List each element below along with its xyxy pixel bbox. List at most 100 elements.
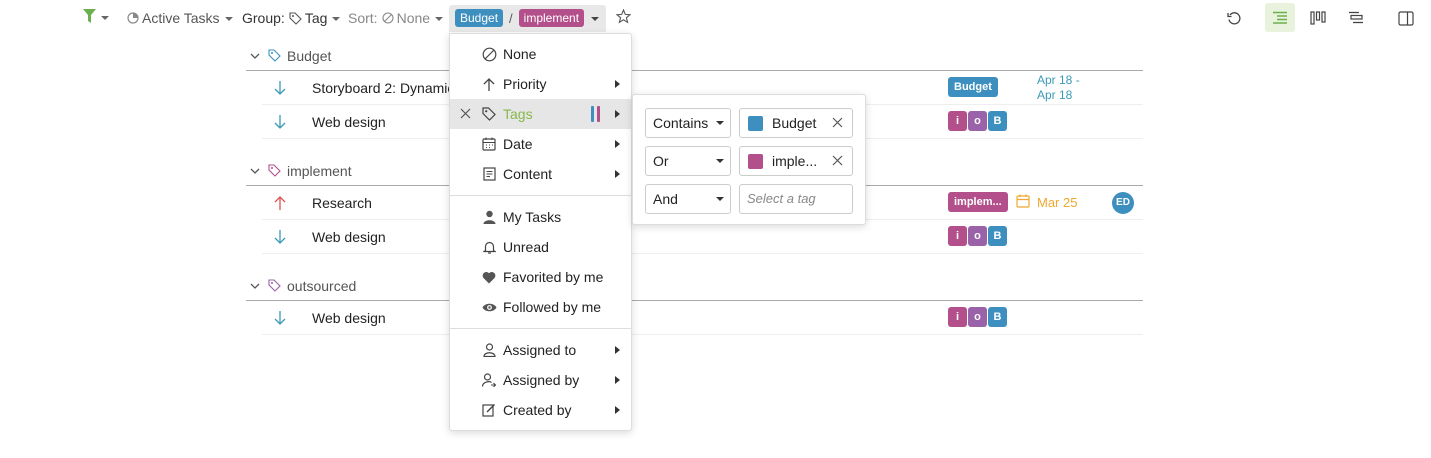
date-end: Apr 18 (1037, 88, 1073, 102)
tag-select[interactable]: imple... (739, 146, 853, 176)
tag-filter-submenu: Contains Budget Or imple... And Select a… (632, 94, 866, 225)
menu-item-assigned-by[interactable]: Assigned by (450, 365, 631, 395)
tag-chip-i[interactable]: i (948, 111, 967, 131)
menu-item-label: Unread (503, 239, 549, 255)
tag-color-implement (597, 106, 600, 122)
chevron-right-icon (615, 376, 620, 384)
heart-icon (481, 269, 497, 285)
menu-item-label: Tags (503, 106, 533, 122)
group-header-outsourced[interactable]: outsourced (246, 271, 1143, 301)
created-by-icon (481, 402, 497, 418)
menu-item-label: Content (503, 166, 553, 182)
group-name: implement (287, 162, 352, 179)
tag-chip-b[interactable]: B (988, 226, 1007, 246)
tag-chip-b[interactable]: B (988, 307, 1007, 327)
menu-item-followed[interactable]: Followed by me (450, 292, 631, 322)
gantt-view-icon[interactable] (1344, 6, 1368, 30)
filter-menu: None Priority Tags Date Content My Tasks… (449, 33, 632, 431)
avatar[interactable]: ED (1112, 192, 1134, 214)
priority-low-icon[interactable] (274, 229, 286, 245)
chevron-down-icon (716, 197, 724, 201)
tag-chip[interactable]: Budget (948, 77, 998, 97)
tag-icon (268, 279, 281, 292)
tag-color-budget (591, 106, 594, 122)
chevron-right-icon (615, 406, 620, 414)
chevron-down-icon (332, 17, 341, 21)
operator-select[interactable]: Contains (645, 108, 731, 138)
tag-icon (481, 106, 497, 122)
operator-select[interactable]: And (645, 184, 731, 214)
group-dropdown[interactable]: Group: Tag (242, 8, 341, 28)
menu-item-unread[interactable]: Unread (450, 232, 631, 262)
tag-swatch (748, 154, 763, 169)
tag-chip-b[interactable]: B (988, 111, 1007, 131)
tag-value: imple... (772, 153, 818, 169)
clear-icon[interactable] (460, 108, 471, 119)
chevron-down-icon (716, 159, 724, 163)
close-icon[interactable] (832, 155, 843, 166)
tag-chip[interactable]: implem... (948, 192, 1008, 212)
star-icon[interactable] (616, 9, 631, 24)
calendar-icon (1016, 194, 1030, 208)
active-filter-dropdown[interactable]: Budget / implement (449, 5, 606, 32)
task-title[interactable]: Web design (312, 310, 386, 326)
priority-low-icon[interactable] (274, 114, 286, 130)
tag-icon (268, 164, 281, 177)
sort-dropdown[interactable]: Sort: None (348, 8, 444, 28)
chevron-down-icon[interactable] (250, 52, 260, 60)
menu-item-my-tasks[interactable]: My Tasks (450, 202, 631, 232)
chevron-right-icon (615, 80, 620, 88)
chevron-down-icon[interactable] (250, 282, 260, 290)
undo-icon[interactable] (1222, 6, 1246, 30)
board-view-icon[interactable] (1306, 6, 1330, 30)
group-name: outsourced (287, 277, 357, 294)
close-icon[interactable] (832, 117, 843, 128)
menu-item-label: Assigned by (503, 372, 580, 388)
menu-item-assigned-to[interactable]: Assigned to (450, 335, 631, 365)
task-row[interactable]: Web design i o B (262, 301, 1143, 335)
tag-chip-o[interactable]: o (968, 307, 987, 327)
operator-select[interactable]: Or (645, 146, 731, 176)
filter-chip-implement: implement (518, 9, 585, 27)
menu-item-label: Date (503, 136, 533, 152)
menu-item-date[interactable]: Date (450, 129, 631, 159)
priority-low-icon[interactable] (274, 80, 286, 96)
assigned-to-icon (481, 342, 497, 358)
priority-low-icon[interactable] (274, 310, 286, 326)
list-view-icon[interactable] (1265, 3, 1295, 32)
menu-item-tags[interactable]: Tags (450, 99, 631, 129)
priority-high-icon[interactable] (274, 195, 286, 211)
task-title[interactable]: Storyboard 2: Dynamic (312, 80, 454, 96)
filter-button[interactable] (83, 9, 109, 24)
menu-item-none[interactable]: None (450, 39, 631, 69)
menu-divider (450, 328, 631, 329)
task-title[interactable]: Web design (312, 114, 386, 130)
menu-item-label: None (503, 46, 537, 62)
menu-item-label: Created by (503, 402, 572, 418)
group-header-budget[interactable]: Budget (246, 41, 1143, 71)
sidebar-toggle-icon[interactable] (1394, 6, 1418, 30)
task-title[interactable]: Web design (312, 229, 386, 245)
task-date[interactable]: Apr 18 - Apr 18 (1037, 73, 1080, 103)
task-row[interactable]: Web design i o B (262, 220, 1143, 254)
chevron-down-icon (435, 17, 444, 21)
task-due-date[interactable]: Mar 25 (1037, 195, 1077, 210)
tag-chip-i[interactable]: i (948, 307, 967, 327)
none-icon (481, 46, 497, 62)
active-tasks-dropdown[interactable]: Active Tasks (127, 8, 233, 28)
operator-value: Or (653, 153, 669, 169)
tag-chip-i[interactable]: i (948, 226, 967, 246)
tag-select[interactable]: Budget (739, 108, 853, 138)
group-name: Budget (287, 47, 332, 64)
tag-chip-o[interactable]: o (968, 226, 987, 246)
tag-chip-o[interactable]: o (968, 111, 987, 131)
menu-item-created-by[interactable]: Created by (450, 395, 631, 425)
menu-divider (450, 195, 631, 196)
menu-item-content[interactable]: Content (450, 159, 631, 189)
menu-item-priority[interactable]: Priority (450, 69, 631, 99)
tag-select-input[interactable]: Select a tag (739, 184, 853, 214)
menu-item-favorited[interactable]: Favorited by me (450, 262, 631, 292)
tag-placeholder: Select a tag (747, 191, 816, 206)
chevron-down-icon[interactable] (250, 167, 260, 175)
task-title[interactable]: Research (312, 195, 372, 211)
